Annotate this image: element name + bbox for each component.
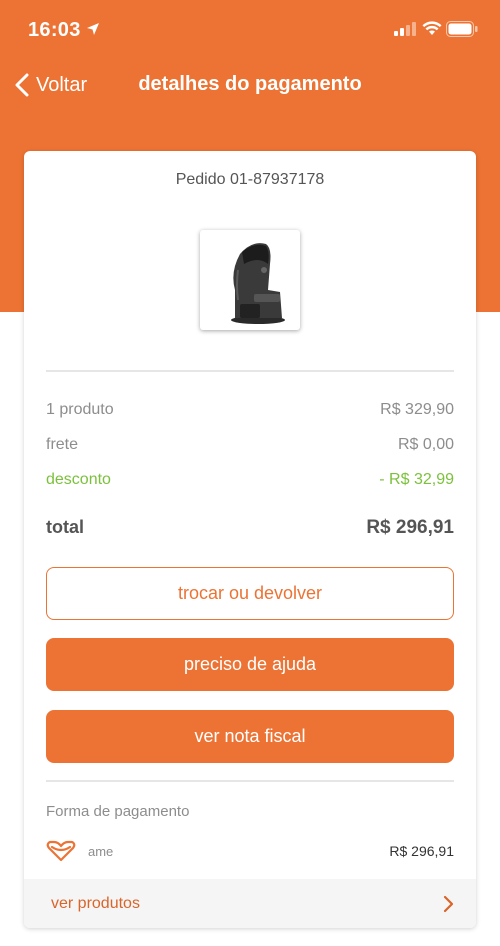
- total-value: R$ 296,91: [366, 517, 454, 538]
- discount-label: desconto: [46, 471, 111, 488]
- payment-amount: R$ 296,91: [389, 843, 454, 859]
- battery-icon: [446, 21, 478, 37]
- payment-method-label: ame: [88, 843, 114, 859]
- divider: [46, 780, 454, 782]
- payment-method-row: ame R$ 296,91: [46, 837, 454, 865]
- wifi-icon: [422, 21, 442, 35]
- shipping-value: R$ 0,00: [397, 436, 454, 453]
- status-bar: 16:03: [0, 0, 500, 60]
- order-card: Pedido 01-87937178 1 produto R$ 329,90 f…: [24, 151, 476, 928]
- ame-heart-icon: [46, 840, 76, 862]
- products-row: 1 produto R$ 329,90: [46, 401, 454, 419]
- exchange-return-button[interactable]: trocar ou devolver: [46, 567, 454, 620]
- divider: [46, 370, 454, 372]
- view-products-link[interactable]: ver produtos: [24, 879, 476, 928]
- coffee-machine-image: [231, 243, 285, 324]
- page-title: detalhes do pagamento: [138, 73, 362, 95]
- view-products-label: ver produtos: [51, 894, 140, 912]
- total-row: total R$ 296,91: [46, 517, 454, 539]
- need-help-button[interactable]: preciso de ajuda: [46, 638, 454, 691]
- products-value: R$ 329,90: [380, 401, 454, 418]
- discount-row: desconto - R$ 32,99: [46, 471, 454, 489]
- product-image[interactable]: [200, 230, 300, 330]
- shipping-label: frete: [46, 436, 79, 453]
- signal-icon: [394, 22, 416, 36]
- payment-section-label: Forma de pagamento: [46, 803, 190, 820]
- order-id: Pedido 01-87937178: [175, 171, 325, 188]
- total-label: total: [46, 517, 84, 537]
- discount-value: - R$ 32,99: [379, 471, 454, 488]
- products-label: 1 produto: [46, 401, 114, 418]
- view-invoice-button[interactable]: ver nota fiscal: [46, 710, 454, 763]
- chevron-right-icon: [443, 895, 454, 912]
- status-time: 16:03: [28, 19, 81, 41]
- shipping-row: frete R$ 0,00: [46, 436, 454, 454]
- location-arrow-icon: [87, 23, 99, 35]
